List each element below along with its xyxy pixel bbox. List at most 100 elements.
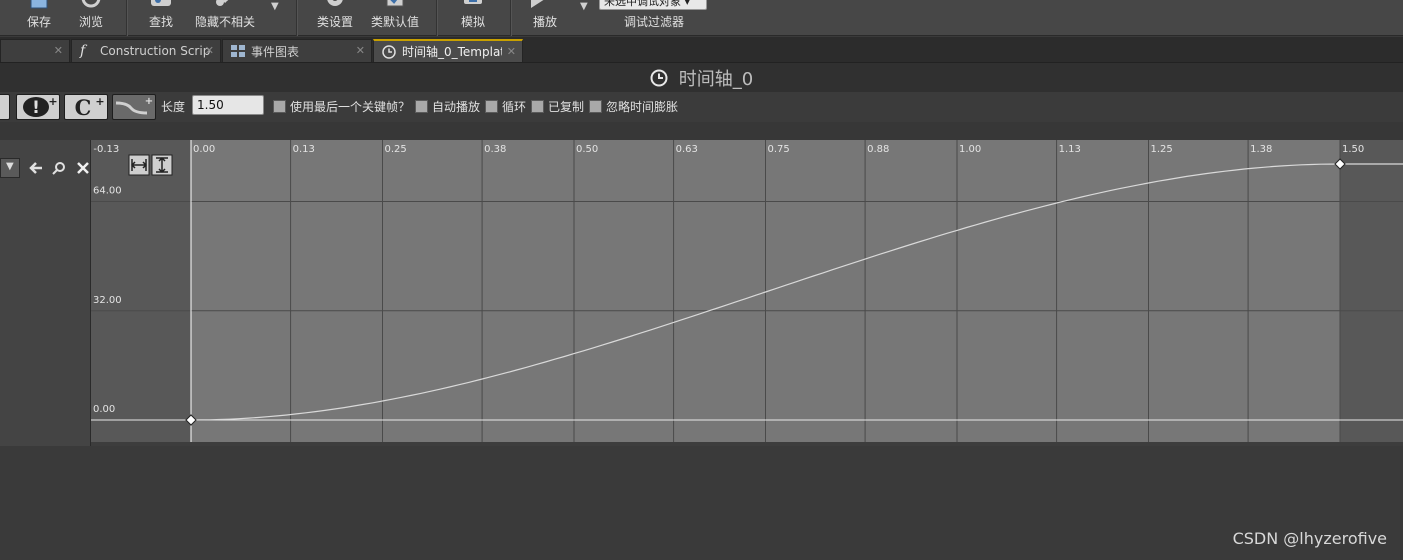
add-color-track-button[interactable]: C + bbox=[64, 94, 108, 120]
class-defaults-label: 类默认值 bbox=[370, 15, 419, 29]
play-label: 播放 bbox=[532, 15, 557, 29]
close-icon[interactable] bbox=[75, 160, 91, 176]
back-arrow-icon[interactable] bbox=[28, 160, 44, 176]
x-tick-label: 0.00 bbox=[193, 144, 215, 155]
x-tick-label: 0.13 bbox=[293, 144, 315, 155]
tab-hidden[interactable]: ✕ bbox=[0, 39, 70, 62]
svg-text:!: ! bbox=[32, 98, 40, 118]
svg-text:+: + bbox=[145, 96, 153, 107]
graph-bottom-edge bbox=[91, 442, 1403, 446]
browse-label: 浏览 bbox=[78, 15, 103, 29]
autoplay-checkbox[interactable]: 自动播放 bbox=[415, 98, 480, 115]
svg-text:+: + bbox=[48, 95, 57, 108]
debug-object-value: 未选中调试对象 bbox=[604, 0, 681, 8]
add-event-track-button[interactable]: ! + bbox=[16, 94, 60, 120]
play-button[interactable]: 播放 bbox=[528, 0, 562, 36]
toolbar: 保存 浏览 查找 隐藏不相关 ▼ 类设置 类默认值 模拟 播放 ▼ 未选中调试对… bbox=[0, 0, 1403, 36]
checkbox-box[interactable] bbox=[485, 100, 498, 113]
x-tick-label: 1.25 bbox=[1151, 144, 1173, 155]
tab-label: 事件图表 bbox=[251, 44, 300, 59]
y-tick-label: 64.00 bbox=[93, 186, 122, 197]
add-curve-track-button[interactable]: + bbox=[112, 94, 156, 120]
fit-vertical-button[interactable] bbox=[151, 154, 173, 176]
curve-graph[interactable]: -0.13 0.00 0.13 0.25 0.38 0.50 0.63 0.75 0.88 1.0… bbox=[91, 140, 1403, 446]
search-icon[interactable] bbox=[51, 160, 67, 176]
checkbox-label: 自动播放 bbox=[432, 100, 481, 114]
class-settings-label: 类设置 bbox=[316, 15, 353, 29]
close-icon[interactable]: ✕ bbox=[205, 44, 214, 57]
class-settings-button[interactable]: 类设置 bbox=[315, 0, 355, 36]
ignore-time-dilation-checkbox[interactable]: 忽略时间膨胀 bbox=[589, 98, 678, 115]
x-tick-label: -0.13 bbox=[93, 144, 119, 155]
simulate-button[interactable]: 模拟 bbox=[456, 0, 490, 36]
checkbox-label: 循环 bbox=[502, 100, 527, 114]
tab-label: Construction Scrip bbox=[100, 44, 211, 58]
x-tick-label: 0.75 bbox=[768, 144, 790, 155]
chevron-down-icon[interactable]: ▼ bbox=[580, 1, 588, 12]
checkbox-box[interactable] bbox=[415, 100, 428, 113]
close-icon[interactable]: ✕ bbox=[356, 44, 365, 57]
timeline-header: 时间轴_0 bbox=[0, 62, 1403, 92]
find-button[interactable]: 查找 bbox=[144, 0, 178, 36]
checkbox-box[interactable] bbox=[273, 100, 286, 113]
x-tick-label: 1.50 bbox=[1342, 144, 1364, 155]
timeline-title: 时间轴_0 bbox=[678, 68, 754, 90]
x-tick-label: 1.38 bbox=[1250, 144, 1272, 155]
length-input[interactable]: 1.50 bbox=[192, 95, 264, 115]
length-label: 长度 bbox=[161, 100, 186, 114]
tab-bar: ✕ f Construction Scrip ✕ 事件图表 ✕ 时间轴_0_Te… bbox=[0, 37, 1403, 62]
toolbar-divider bbox=[510, 0, 512, 36]
class-defaults-icon bbox=[386, 0, 404, 7]
debug-object-select[interactable]: 未选中调试对象 ▾ bbox=[599, 0, 707, 10]
x-tick-label: 0.25 bbox=[385, 144, 407, 155]
use-last-keyframe-checkbox[interactable]: 使用最后一个关键帧？ bbox=[273, 98, 410, 115]
replicated-checkbox[interactable]: 已复制 bbox=[531, 98, 584, 115]
panel-divider bbox=[0, 122, 1403, 140]
color-track-icon: C + bbox=[75, 95, 105, 120]
tab-label: 时间轴_0_Template bbox=[402, 45, 502, 59]
debug-filter-label: 调试过滤器 bbox=[624, 15, 685, 29]
class-defaults-button[interactable]: 类默认值 bbox=[369, 0, 421, 36]
checkbox-box[interactable] bbox=[531, 100, 544, 113]
hide-unrelated-label: 隐藏不相关 bbox=[194, 15, 255, 29]
tab-construction-script[interactable]: f Construction Scrip ✕ bbox=[71, 39, 221, 62]
save-label: 保存 bbox=[26, 15, 51, 29]
hide-unrelated-button[interactable]: 隐藏不相关 bbox=[194, 0, 256, 36]
tab-event-graph[interactable]: 事件图表 ✕ bbox=[222, 39, 372, 62]
timeline-options-bar: ! + C + + 长度 1.50 使用最后一个关键帧？ 自动播放 循环 已复制 忽… bbox=[0, 92, 1403, 122]
curve-editor: ▼ -0.13 0.00 0.13 0.25 0.38 0.50 0.63 0.75 0.88 1… bbox=[0, 140, 1403, 446]
x-tick-label: 0.38 bbox=[484, 144, 506, 155]
chevron-down-icon[interactable]: ▼ bbox=[271, 1, 279, 12]
toolbar-divider bbox=[126, 0, 128, 36]
tab-timeline-template[interactable]: 时间轴_0_Template ✕ bbox=[373, 39, 523, 62]
x-tick-label: 0.63 bbox=[676, 144, 698, 155]
exclamation-plus-icon: ! + bbox=[23, 95, 58, 118]
x-tick-label: 0.88 bbox=[867, 144, 889, 155]
save-button[interactable]: 保存 bbox=[22, 0, 56, 36]
track-dropdown[interactable]: ▼ bbox=[0, 158, 20, 178]
checkbox-box[interactable] bbox=[589, 100, 602, 113]
toolbar-divider bbox=[296, 0, 298, 36]
clock-icon bbox=[382, 44, 396, 59]
close-icon[interactable]: ✕ bbox=[54, 44, 63, 57]
browse-button[interactable]: 浏览 bbox=[74, 0, 108, 36]
chevron-down-icon: ▼ bbox=[6, 161, 14, 172]
track-list-panel: ▼ bbox=[0, 140, 91, 446]
close-icon[interactable]: ✕ bbox=[507, 45, 516, 58]
find-icon bbox=[151, 0, 171, 6]
event-graph-icon bbox=[231, 45, 245, 57]
simulate-label: 模拟 bbox=[460, 15, 485, 29]
fit-horizontal-button[interactable] bbox=[128, 154, 150, 176]
checkbox-label: 已复制 bbox=[548, 100, 585, 114]
clock-icon bbox=[650, 69, 668, 86]
gear-icon bbox=[327, 0, 343, 6]
curve-track-icon: + bbox=[115, 96, 153, 115]
loop-checkbox[interactable]: 循环 bbox=[485, 98, 526, 115]
y-tick-label: 32.00 bbox=[93, 295, 122, 306]
checkbox-label: 忽略时间膨胀 bbox=[606, 100, 679, 114]
add-track-button[interactable] bbox=[0, 94, 10, 120]
x-tick-label: 0.50 bbox=[576, 144, 598, 155]
toolbar-divider bbox=[436, 0, 438, 36]
browse-icon bbox=[81, 0, 101, 8]
save-icon bbox=[30, 0, 48, 9]
